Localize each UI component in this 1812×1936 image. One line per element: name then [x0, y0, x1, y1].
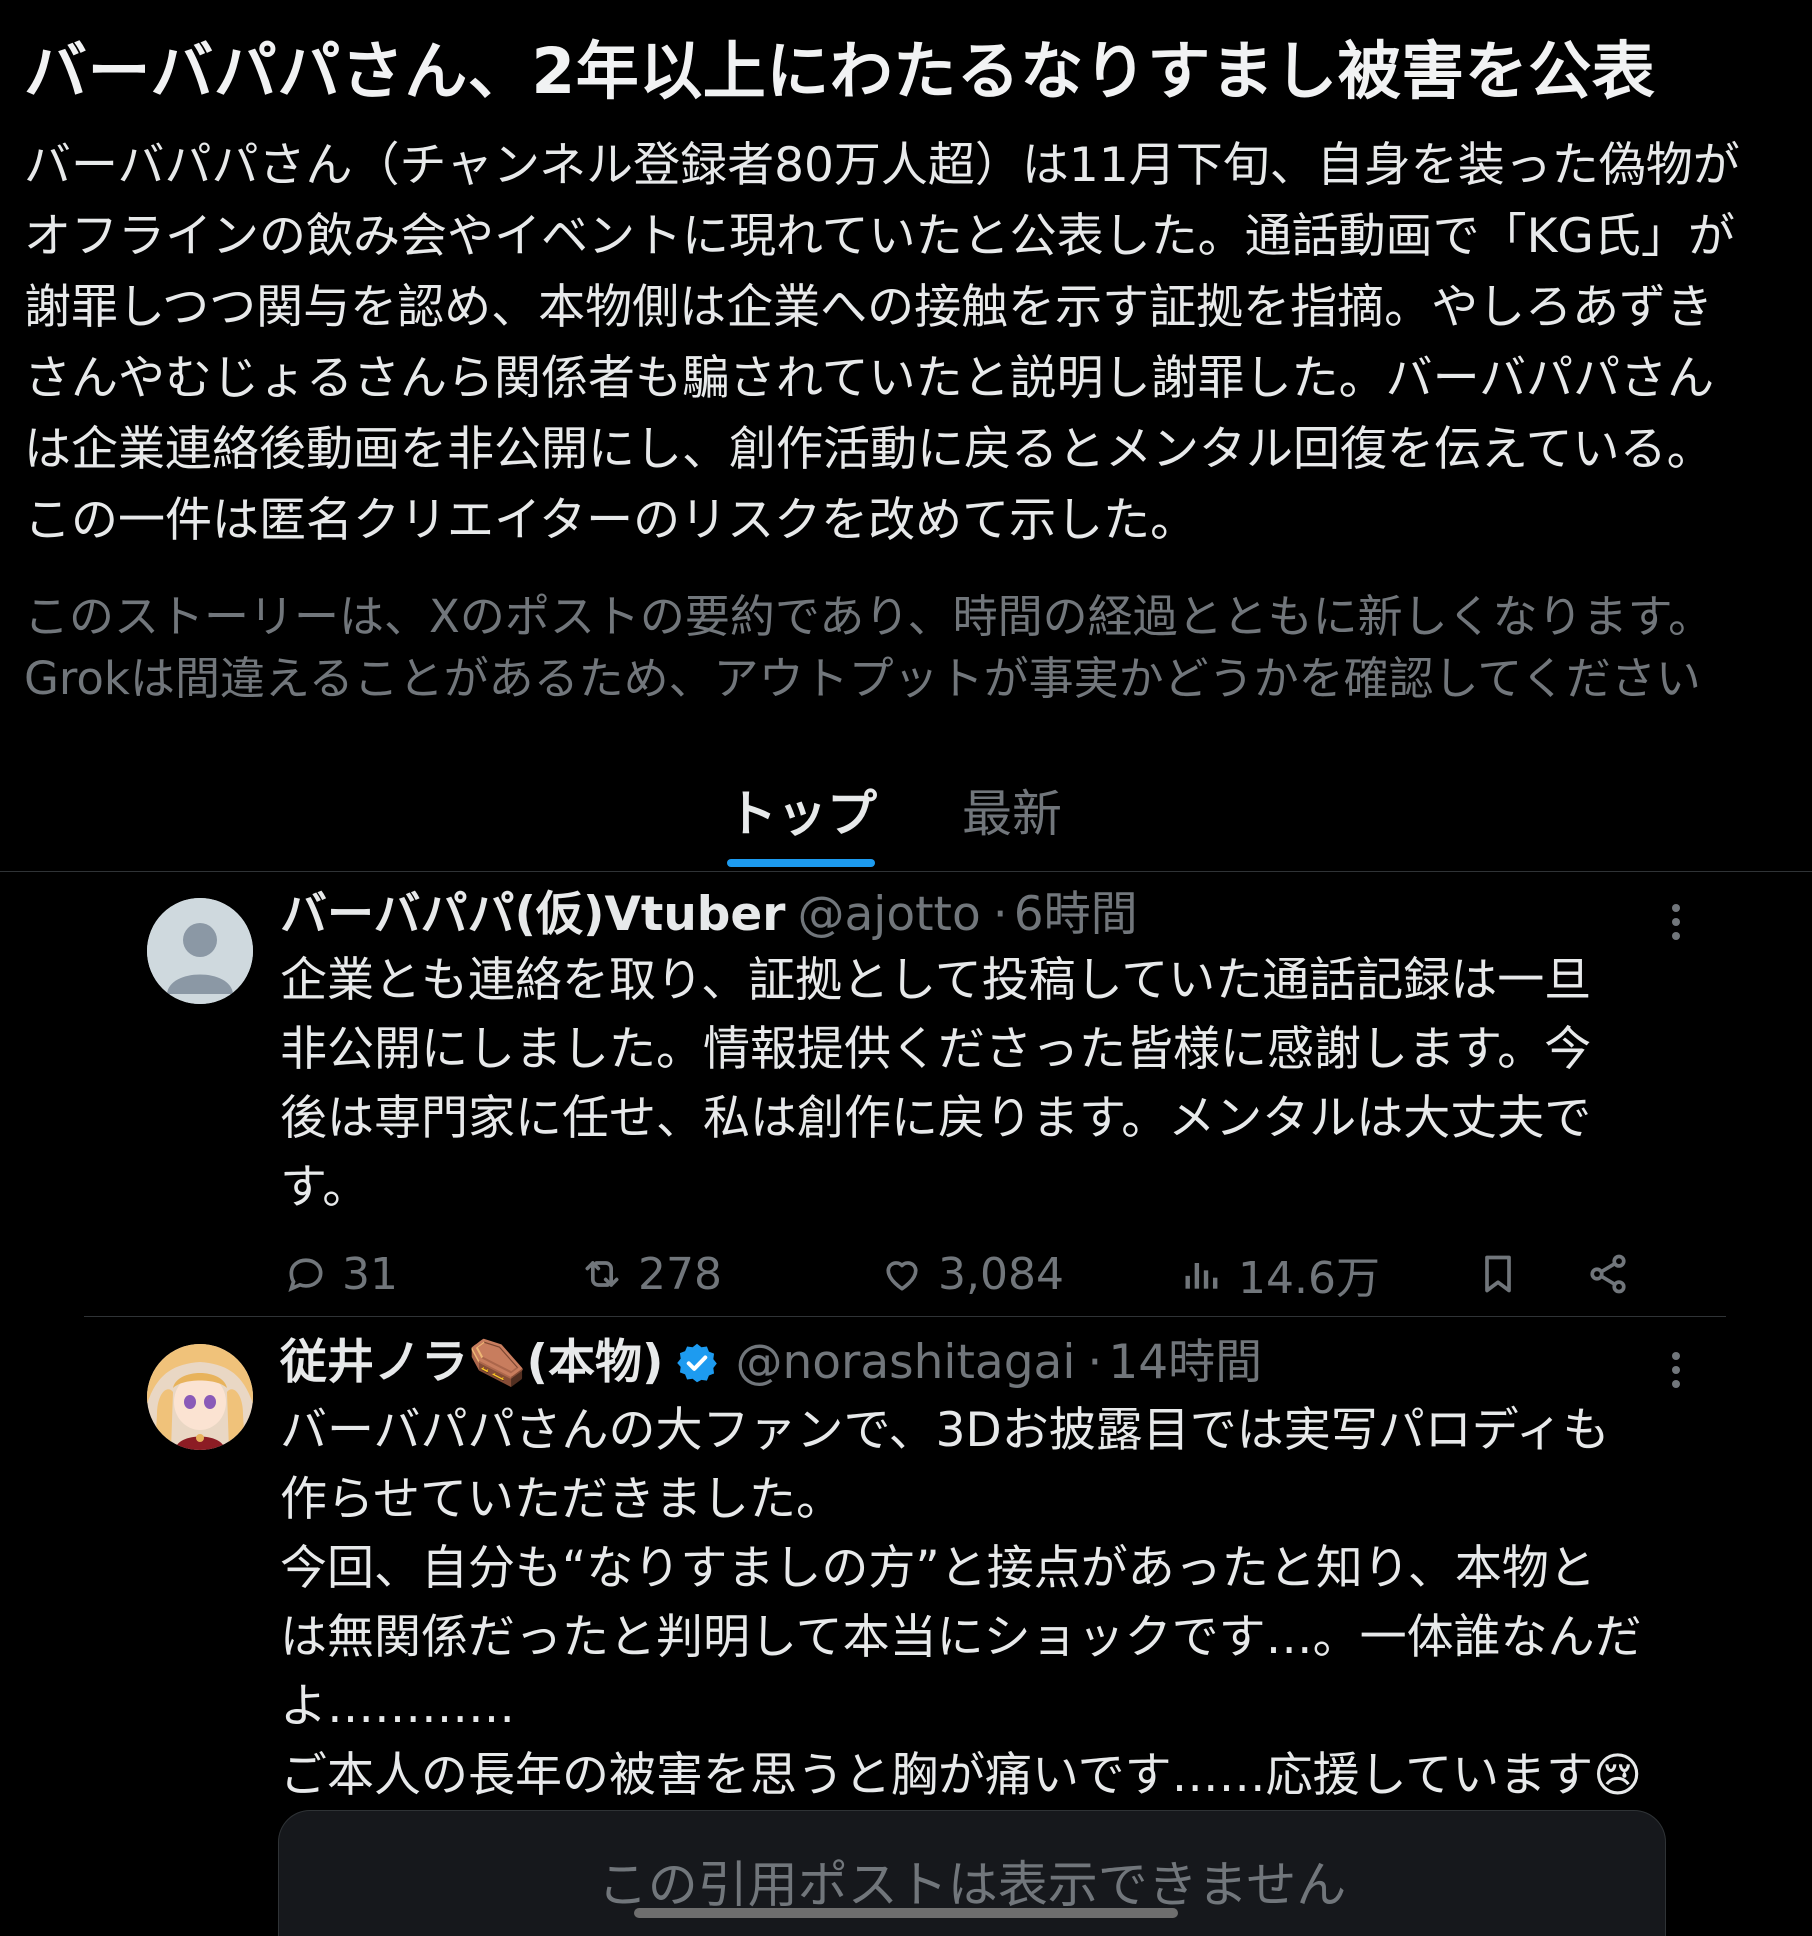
post-text-line: 今回、自分も“なりすましの方”と接点があったと知り、本物と: [280, 1541, 1596, 1596]
verified-badge-icon: [677, 1343, 718, 1383]
post-time[interactable]: 14時間: [1108, 1332, 1262, 1394]
story-title: バーバパパさん、2年以上にわたるなりすまし被害を公表: [24, 35, 1656, 108]
bookmark-icon: [1485, 1255, 1511, 1293]
author-handle[interactable]: @ajotto: [798, 884, 981, 946]
post-divider: [84, 1316, 1726, 1317]
summary-line: バーバパパさん（チャンネル登録者80万人超）は11月下旬、自身を装った偽物が: [24, 138, 1740, 193]
like-count: 3,084: [938, 1248, 1064, 1300]
share-icon: [1590, 1254, 1626, 1294]
post-text-line: バーバパパさんの大ファンで、3Dお披露目では実写パロディも: [280, 1403, 1610, 1458]
meta-separator: ·: [1087, 1335, 1103, 1390]
post-text-line: す。: [280, 1160, 370, 1215]
post-text-line: 後は専門家に任せ、私は創作に戻ります。メンタルは大丈夫で: [280, 1091, 1592, 1146]
anime-character-avatar: [147, 1344, 253, 1450]
views-button[interactable]: 14.6万: [1180, 1242, 1380, 1306]
author-name[interactable]: 従井ノラ⚰️(本物): [280, 1332, 663, 1394]
author-handle[interactable]: @norashitagai: [735, 1332, 1075, 1394]
post-text-line: 企業とも連絡を取り、証拠として投稿していた通話記録は一旦: [280, 953, 1592, 1008]
disclaimer-line: Grokは間違えることがあるため、アウトプットが事実かどうかを確認してください: [24, 652, 1701, 705]
avatar[interactable]: [147, 898, 253, 1004]
summary-line: オフラインの飲み会やイベントに現れていたと公表した。通話動画で「KG氏」が: [24, 209, 1735, 264]
reply-count: 31: [342, 1248, 398, 1300]
story-section: バーバパパさん、2年以上にわたるなりすまし被害を公表 バーバパパさん（チャンネル…: [0, 0, 1812, 710]
post-text-line: 非公開にしました。情報提供くださった皆様に感謝します。今: [280, 1022, 1592, 1077]
tab-top[interactable]: トップ: [727, 782, 877, 846]
views-chart-icon: [1185, 1263, 1218, 1289]
tab-bar: トップ 最新: [0, 762, 1812, 872]
post-card[interactable]: 従井ノラ⚰️(本物) @norashitagai · 14時間 バーバパパさんの…: [0, 1318, 1812, 1936]
home-indicator[interactable]: [634, 1908, 1178, 1918]
default-avatar-icon: [147, 898, 253, 1004]
story-summary: バーバパパさん（チャンネル登録者80万人超）は11月下旬、自身を装った偽物が オ…: [24, 130, 1796, 556]
reply-icon: [288, 1258, 323, 1293]
meta-separator: ·: [992, 887, 1008, 942]
summary-line: さんやむじょるさんら関係者も騙されていたと説明し謝罪した。バーバパパさん: [24, 351, 1715, 406]
repost-button[interactable]: 278: [580, 1242, 722, 1306]
heart-icon: [886, 1261, 918, 1291]
post-card[interactable]: バーバパパ(仮)Vtuber @ajotto · 6時間 企業とも連絡を取り、証…: [0, 880, 1812, 1316]
more-options-icon[interactable]: [1670, 1350, 1682, 1390]
story-page: バーバパパさん、2年以上にわたるなりすまし被害を公表 バーバパパさん（チャンネル…: [0, 0, 1812, 1936]
repost-icon: [585, 1261, 619, 1287]
post-time[interactable]: 6時間: [1014, 884, 1138, 946]
author-name[interactable]: バーバパパ(仮)Vtuber: [280, 884, 786, 946]
post-text: 企業とも連絡を取り、証拠として投稿していた通話記録は一旦 非公開にしました。情報…: [280, 946, 1680, 1222]
active-tab-indicator: [727, 859, 875, 867]
bookmark-button[interactable]: [1476, 1242, 1534, 1306]
post-text: バーバパパさんの大ファンで、3Dお披露目では実写パロディも 作らせていただきまし…: [280, 1396, 1680, 1810]
share-button[interactable]: [1586, 1242, 1644, 1306]
post-header: 従井ノラ⚰️(本物) @norashitagai · 14時間: [280, 1332, 1262, 1394]
repost-count: 278: [638, 1248, 722, 1300]
summary-line: は企業連絡後動画を非公開にし、創作活動に戻るとメンタル回復を伝えている。: [24, 422, 1714, 477]
disclaimer-line: このストーリーは、Xのポストの要約であり、時間の経過とともに新しくなります。: [24, 590, 1714, 643]
grok-disclaimer: このストーリーは、Xのポストの要約であり、時間の経過とともに新しくなります。 G…: [24, 586, 1788, 710]
summary-line: この一件は匿名クリエイターのリスクを改めて示した。: [24, 493, 1198, 548]
summary-line: 謝罪しつつ関与を認め、本物側は企業への接触を示す証拠を指摘。やしろあずき: [24, 280, 1714, 335]
tab-latest[interactable]: 最新: [962, 782, 1062, 846]
more-options-icon[interactable]: [1670, 902, 1682, 942]
avatar[interactable]: [147, 1344, 253, 1450]
post-actions: 31 278 3,084 14.6万: [280, 1242, 1640, 1306]
post-text-line: 作らせていただきました。: [280, 1472, 844, 1527]
post-header: バーバパパ(仮)Vtuber @ajotto · 6時間: [280, 884, 1138, 946]
post-text-line: は無関係だったと判明して本当にショックです…。一体誰なんだ: [280, 1610, 1642, 1665]
post-text-line: ご本人の長年の被害を思うと胸が痛いです……応援しています😢: [280, 1748, 1643, 1803]
post-text-line: よ…………: [280, 1679, 515, 1734]
reply-button[interactable]: 31: [284, 1242, 398, 1306]
like-button[interactable]: 3,084: [880, 1242, 1064, 1306]
views-count: 14.6万: [1238, 1253, 1380, 1304]
